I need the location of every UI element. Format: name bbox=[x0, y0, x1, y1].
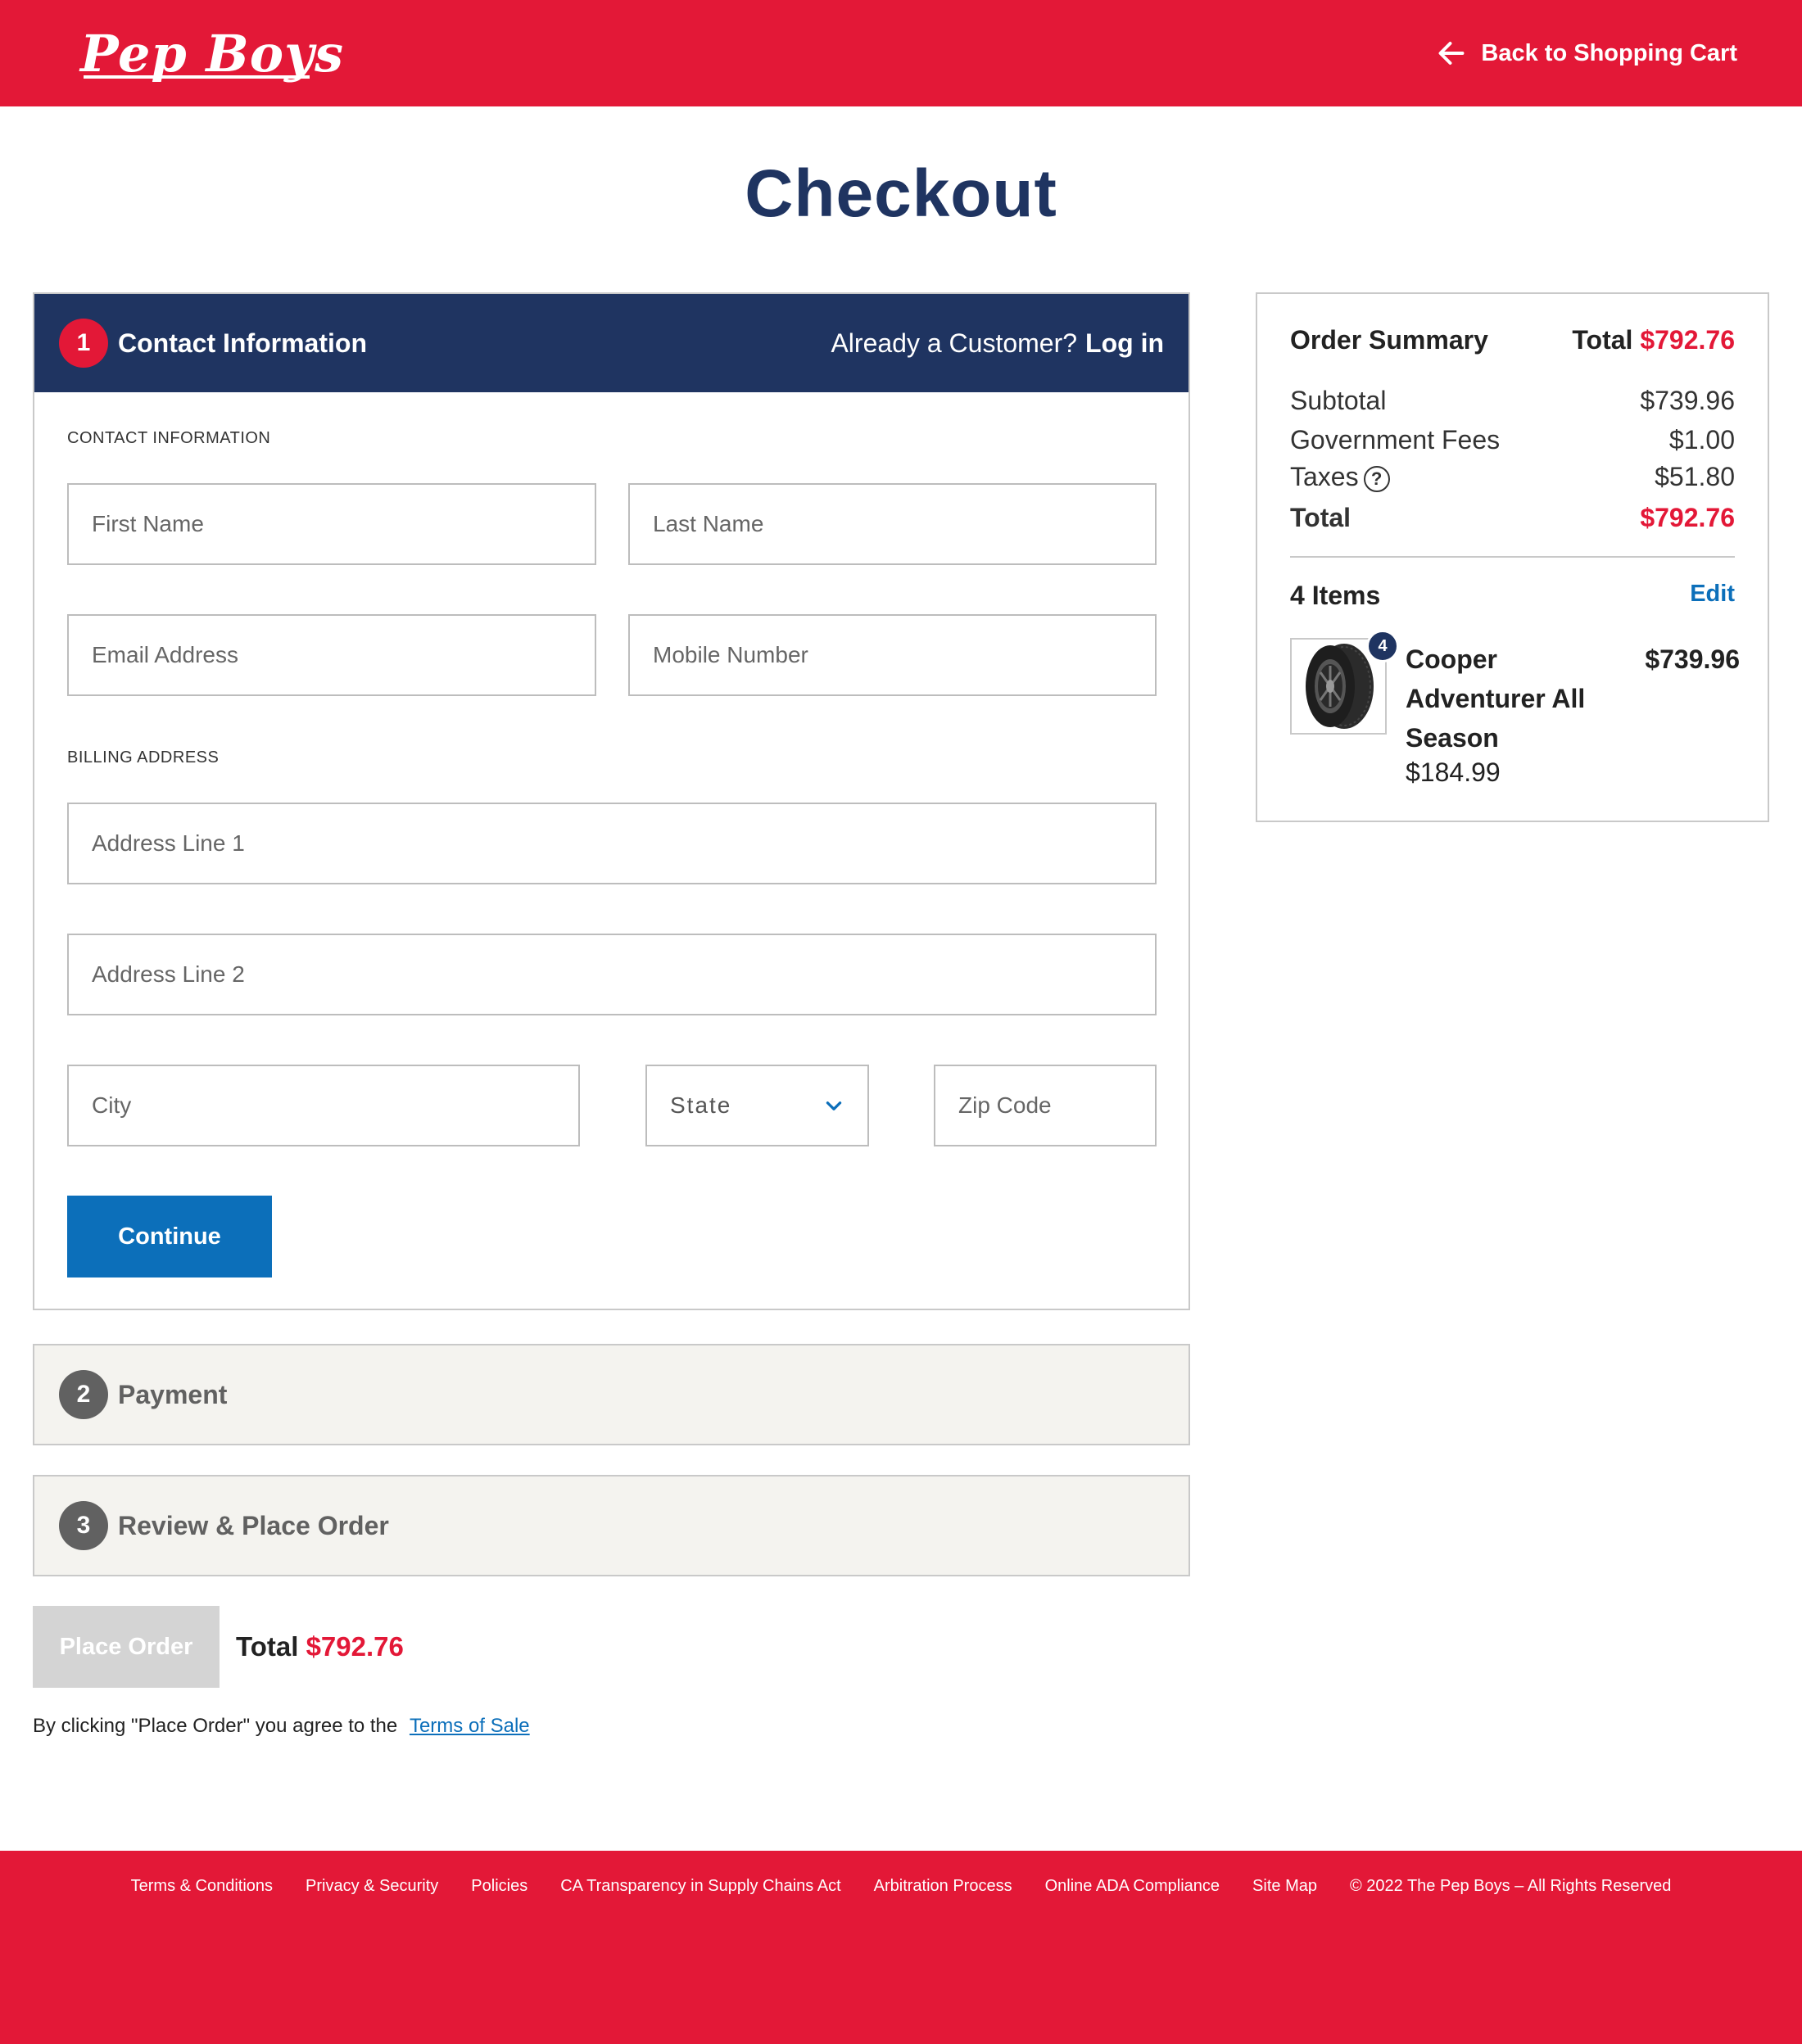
state-select[interactable]: State bbox=[645, 1065, 869, 1146]
logo-underline bbox=[84, 75, 310, 79]
payment-panel-header: 2 Payment bbox=[34, 1345, 1189, 1444]
step-2-badge: 2 bbox=[59, 1370, 108, 1419]
order-summary-total: Total $792.76 bbox=[1572, 325, 1735, 355]
already-customer: Already a Customer? Log in bbox=[831, 294, 1164, 392]
government-fees-row: Government Fees $1.00 bbox=[1290, 425, 1735, 455]
step-3-badge: 3 bbox=[59, 1501, 108, 1550]
already-customer-text: Already a Customer? bbox=[831, 328, 1078, 358]
footer-link-arbitration[interactable]: Arbitration Process bbox=[874, 1877, 1012, 1896]
pep-boys-logo[interactable]: Pep Boys bbox=[80, 21, 344, 87]
state-select-value: State bbox=[670, 1092, 732, 1118]
continue-button[interactable]: Continue bbox=[67, 1196, 272, 1278]
footer-link-terms[interactable]: Terms & Conditions bbox=[131, 1877, 273, 1896]
taxes-row: Taxes? $51.80 bbox=[1290, 462, 1735, 492]
summary-total-label: Total bbox=[1290, 503, 1352, 532]
question-help-icon[interactable]: ? bbox=[1363, 465, 1390, 492]
summary-total-row: Total $792.76 bbox=[1290, 503, 1735, 533]
footer-copyright: © 2022 The Pep Boys – All Rights Reserve… bbox=[1349, 1877, 1672, 1895]
place-order-total-value: $792.76 bbox=[306, 1631, 404, 1662]
city-input[interactable] bbox=[67, 1065, 580, 1146]
summary-header-total-value: $792.76 bbox=[1640, 325, 1735, 355]
footer: Terms & Conditions Privacy & Security Po… bbox=[0, 1851, 1802, 2044]
subtotal-value: $739.96 bbox=[1640, 386, 1735, 415]
address-line-1-input[interactable] bbox=[67, 803, 1157, 884]
place-order-row: Place Order Total $792.76 bbox=[33, 1606, 404, 1688]
arrow-left-icon bbox=[1438, 42, 1465, 65]
step-1-badge: 1 bbox=[59, 319, 108, 368]
login-link[interactable]: Log in bbox=[1085, 328, 1164, 359]
item-line-total: $739.96 bbox=[1645, 644, 1740, 674]
edit-items-link[interactable]: Edit bbox=[1690, 581, 1735, 611]
footer-links: Terms & Conditions Privacy & Security Po… bbox=[0, 1877, 1802, 1896]
footer-link-policies[interactable]: Policies bbox=[471, 1877, 527, 1896]
subtotal-row: Subtotal $739.96 bbox=[1290, 386, 1735, 416]
page-title: Checkout bbox=[745, 156, 1057, 231]
terms-of-sale-link[interactable]: Terms of Sale bbox=[410, 1715, 530, 1737]
footer-link-ca-transparency[interactable]: CA Transparency in Supply Chains Act bbox=[560, 1877, 840, 1896]
order-summary-header: Order Summary Total $792.76 bbox=[1290, 325, 1735, 355]
item-name: Cooper Adventurer All Season bbox=[1406, 644, 1586, 753]
footer-link-sitemap[interactable]: Site Map bbox=[1252, 1877, 1317, 1896]
place-order-total: Total $792.76 bbox=[236, 1631, 404, 1662]
contact-section-label: CONTACT INFORMATION bbox=[67, 429, 271, 447]
contact-information-panel: 1 Contact Information Already a Customer… bbox=[33, 292, 1190, 1310]
contact-panel-header: 1 Contact Information Already a Customer… bbox=[34, 294, 1189, 392]
order-summary-title: Order Summary bbox=[1290, 325, 1488, 355]
place-order-button[interactable]: Place Order bbox=[33, 1606, 220, 1688]
footer-link-ada[interactable]: Online ADA Compliance bbox=[1045, 1877, 1220, 1896]
top-header-bar: Pep Boys Back to Shopping Cart bbox=[0, 0, 1802, 106]
last-name-input[interactable] bbox=[628, 483, 1157, 565]
taxes-label-wrap: Taxes? bbox=[1290, 462, 1390, 492]
items-header: 4 Items Edit bbox=[1290, 581, 1735, 611]
government-fees-value: $1.00 bbox=[1668, 425, 1735, 454]
summary-total-value: $792.76 bbox=[1640, 503, 1735, 532]
payment-panel-title: Payment bbox=[118, 1379, 228, 1409]
review-panel-title: Review & Place Order bbox=[118, 1510, 389, 1540]
order-summary-panel: Order Summary Total $792.76 Subtotal $73… bbox=[1256, 292, 1769, 822]
subtotal-label: Subtotal bbox=[1290, 386, 1387, 415]
back-to-cart-link[interactable]: Back to Shopping Cart bbox=[1437, 33, 1737, 74]
payment-panel[interactable]: 2 Payment bbox=[33, 1344, 1190, 1445]
zip-code-input[interactable] bbox=[934, 1065, 1157, 1146]
first-name-input[interactable] bbox=[67, 483, 596, 565]
item-unit-price: $184.99 bbox=[1406, 757, 1501, 787]
review-panel-header: 3 Review & Place Order bbox=[34, 1476, 1189, 1575]
government-fees-label: Government Fees bbox=[1290, 425, 1501, 454]
summary-divider bbox=[1290, 556, 1735, 558]
items-count: 4 Items bbox=[1290, 581, 1381, 610]
footer-link-privacy[interactable]: Privacy & Security bbox=[306, 1877, 438, 1896]
taxes-label: Taxes bbox=[1290, 462, 1359, 491]
terms-agreement-text: By clicking "Place Order" you agree to t… bbox=[33, 1715, 398, 1737]
billing-section-label: BILLING ADDRESS bbox=[67, 748, 220, 766]
review-place-order-panel[interactable]: 3 Review & Place Order bbox=[33, 1475, 1190, 1576]
contact-panel-title: Contact Information bbox=[118, 328, 367, 358]
summary-header-total-label: Total bbox=[1572, 325, 1633, 355]
address-line-2-input[interactable] bbox=[67, 934, 1157, 1015]
taxes-value: $51.80 bbox=[1655, 462, 1735, 491]
back-to-cart-label: Back to Shopping Cart bbox=[1481, 39, 1737, 66]
mobile-number-input[interactable] bbox=[628, 614, 1157, 696]
terms-agreement: By clicking "Place Order" you agree to t… bbox=[33, 1715, 530, 1738]
email-input[interactable] bbox=[67, 614, 596, 696]
chevron-down-icon bbox=[826, 1101, 842, 1110]
item-quantity-badge: 4 bbox=[1366, 630, 1399, 662]
place-order-total-label: Total bbox=[236, 1631, 299, 1662]
